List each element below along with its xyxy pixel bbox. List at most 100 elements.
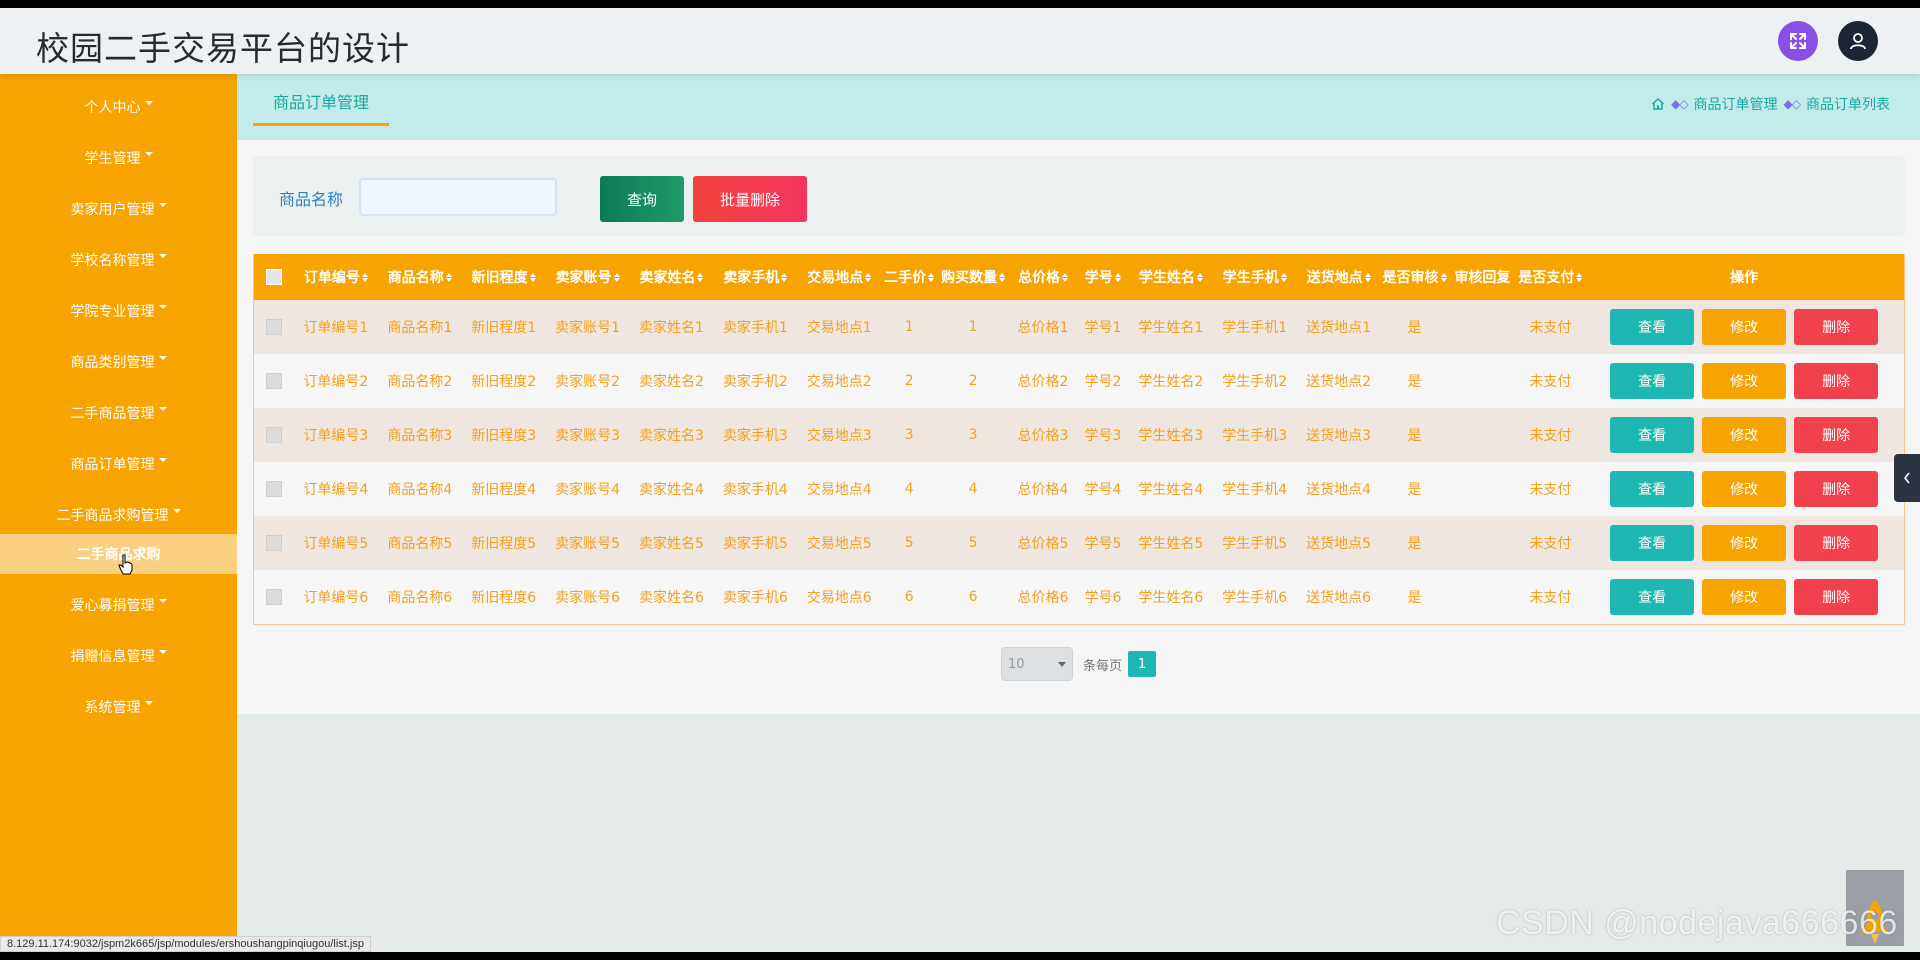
breadcrumb-level1[interactable]: 商品订单管理 xyxy=(1694,94,1778,114)
sort-icon xyxy=(1061,272,1068,282)
row-checkbox[interactable] xyxy=(265,427,282,443)
select-all-checkbox[interactable] xyxy=(265,269,282,285)
cell-condition: 新旧程度6 xyxy=(471,590,537,606)
sidebar-item-label: 学校名称管理 xyxy=(70,253,155,269)
edit-button[interactable]: 修改 xyxy=(1702,363,1787,399)
tab-order-management[interactable]: 商品订单管理 xyxy=(253,88,389,126)
delete-button[interactable]: 删除 xyxy=(1794,579,1879,615)
page-number-button[interactable]: 1 xyxy=(1128,651,1156,677)
edit-button[interactable]: 修改 xyxy=(1702,417,1787,453)
view-button[interactable]: 查看 xyxy=(1610,471,1695,507)
chevron-left-icon xyxy=(1903,472,1910,484)
cell-student-phone: 学生手机2 xyxy=(1222,374,1288,390)
column-header-condition[interactable]: 新旧程度 xyxy=(462,267,546,287)
sidebar-item-school[interactable]: 学校名称管理 xyxy=(0,240,237,280)
delete-button[interactable]: 删除 xyxy=(1794,417,1879,453)
edit-button[interactable]: 修改 xyxy=(1702,471,1787,507)
view-button[interactable]: 查看 xyxy=(1610,525,1695,561)
delete-button[interactable]: 删除 xyxy=(1794,363,1879,399)
page-size-select[interactable]: 10 xyxy=(1000,647,1073,681)
cell-student-phone: 学生手机5 xyxy=(1222,536,1288,552)
sort-icon xyxy=(1114,272,1121,282)
sidebar-item-donation[interactable]: 捐赠信息管理 xyxy=(0,636,237,676)
sidebar-item-personal-center[interactable]: 个人中心 xyxy=(0,87,237,127)
cell-actions: 查看 修改 删除 xyxy=(1584,363,1904,399)
sidebar-item-label: 学生管理 xyxy=(84,151,141,167)
row-checkbox[interactable] xyxy=(265,319,282,335)
column-header-product-name[interactable]: 商品名称 xyxy=(378,267,462,287)
caret-down-icon xyxy=(144,101,153,105)
cell-quantity: 4 xyxy=(968,481,978,497)
column-header-student-name[interactable]: 学生姓名 xyxy=(1129,267,1213,287)
caret-down-icon xyxy=(144,152,153,156)
main-area: 商品订单管理 ◆◇ 商品订单管理 ◆◇ 商品订单列表 商品名称 查询 批量删除 xyxy=(237,74,1920,952)
delete-button[interactable]: 删除 xyxy=(1794,309,1879,345)
cell-seller-account: 卖家账号4 xyxy=(555,482,621,498)
cell-trade-location: 交易地点3 xyxy=(806,428,872,444)
cell-student-id: 学号1 xyxy=(1084,320,1122,336)
cell-reviewed: 是 xyxy=(1407,320,1422,336)
row-checkbox[interactable] xyxy=(265,589,282,605)
cell-quantity: 6 xyxy=(968,589,978,605)
cell-product-name: 商品名称6 xyxy=(387,590,453,606)
column-header-price[interactable]: 二手价 xyxy=(881,267,937,287)
column-header-paid[interactable]: 是否支付 xyxy=(1516,267,1584,287)
sidebar-item-label: 系统管理 xyxy=(84,700,141,716)
user-button[interactable] xyxy=(1838,21,1878,61)
row-checkbox[interactable] xyxy=(265,373,282,389)
sidebar-item-goods[interactable]: 二手商品管理 xyxy=(0,393,237,433)
column-header-delivery-location[interactable]: 送货地点 xyxy=(1297,267,1381,287)
column-header-student-phone[interactable]: 学生手机 xyxy=(1213,267,1297,287)
column-header-seller-name[interactable]: 卖家姓名 xyxy=(630,267,714,287)
edit-button[interactable]: 修改 xyxy=(1702,525,1787,561)
view-button[interactable]: 查看 xyxy=(1610,309,1695,345)
cell-paid: 未支付 xyxy=(1529,482,1572,498)
caret-down-icon xyxy=(158,254,167,258)
side-panel-toggle[interactable] xyxy=(1894,454,1920,502)
delete-button[interactable]: 删除 xyxy=(1794,471,1879,507)
delete-button[interactable]: 删除 xyxy=(1794,525,1879,561)
view-button[interactable]: 查看 xyxy=(1610,363,1695,399)
sidebar-item-student[interactable]: 学生管理 xyxy=(0,138,237,178)
row-checkbox[interactable] xyxy=(265,481,282,497)
sidebar-item-college[interactable]: 学院专业管理 xyxy=(0,291,237,331)
batch-delete-button[interactable]: 批量删除 xyxy=(693,176,807,222)
column-header-reviewed[interactable]: 是否审核 xyxy=(1381,267,1449,287)
cell-actions: 查看 修改 删除 xyxy=(1584,525,1904,561)
sidebar-item-category[interactable]: 商品类别管理 xyxy=(0,342,237,382)
edit-button[interactable]: 修改 xyxy=(1702,579,1787,615)
row-checkbox[interactable] xyxy=(265,535,282,551)
sort-icon xyxy=(613,272,620,282)
sidebar-item-system[interactable]: 系统管理 xyxy=(0,687,237,727)
cell-seller-name: 卖家姓名2 xyxy=(639,374,704,390)
column-header-seller-phone[interactable]: 卖家手机 xyxy=(713,267,797,287)
column-header-quantity[interactable]: 购买数量 xyxy=(937,267,1009,287)
column-header-total-price[interactable]: 总价格 xyxy=(1009,267,1077,287)
fullscreen-button[interactable] xyxy=(1778,21,1818,61)
product-name-search-input[interactable] xyxy=(359,178,557,216)
home-icon[interactable] xyxy=(1651,97,1665,111)
sidebar-item-purchase-request[interactable]: 二手商品求购管理 xyxy=(0,495,237,535)
row-select-cell xyxy=(254,535,294,551)
cell-condition: 新旧程度5 xyxy=(471,536,537,552)
sidebar-item-seller[interactable]: 卖家用户管理 xyxy=(0,189,237,229)
caret-down-icon xyxy=(158,356,167,360)
cell-total-price: 总价格2 xyxy=(1017,374,1069,390)
view-button[interactable]: 查看 xyxy=(1610,417,1695,453)
column-header-seller-account[interactable]: 卖家账号 xyxy=(546,267,630,287)
sidebar-item-orders[interactable]: 商品订单管理 xyxy=(0,444,237,484)
sidebar-item-label: 学院专业管理 xyxy=(70,304,155,320)
cell-order-no: 订单编号2 xyxy=(303,374,369,390)
view-button[interactable]: 查看 xyxy=(1610,579,1695,615)
table-body: 订单编号1 商品名称1 新旧程度1 卖家账号1 卖家姓名1 卖家手机1 交易地点1 1 1 总价格… xyxy=(254,300,1904,624)
cell-price: 2 xyxy=(904,373,914,389)
edit-button[interactable]: 修改 xyxy=(1702,309,1787,345)
column-header-student-id[interactable]: 学号 xyxy=(1077,267,1129,287)
column-header-trade-location[interactable]: 交易地点 xyxy=(797,267,881,287)
cell-delivery-location: 送货地点6 xyxy=(1306,590,1372,606)
cell-order-no: 订单编号3 xyxy=(303,428,369,444)
row-select-cell xyxy=(254,319,294,335)
sidebar-item-charity[interactable]: 爱心募捐管理 xyxy=(0,585,237,625)
query-button[interactable]: 查询 xyxy=(600,176,684,222)
column-header-order-no[interactable]: 订单编号 xyxy=(294,267,378,287)
